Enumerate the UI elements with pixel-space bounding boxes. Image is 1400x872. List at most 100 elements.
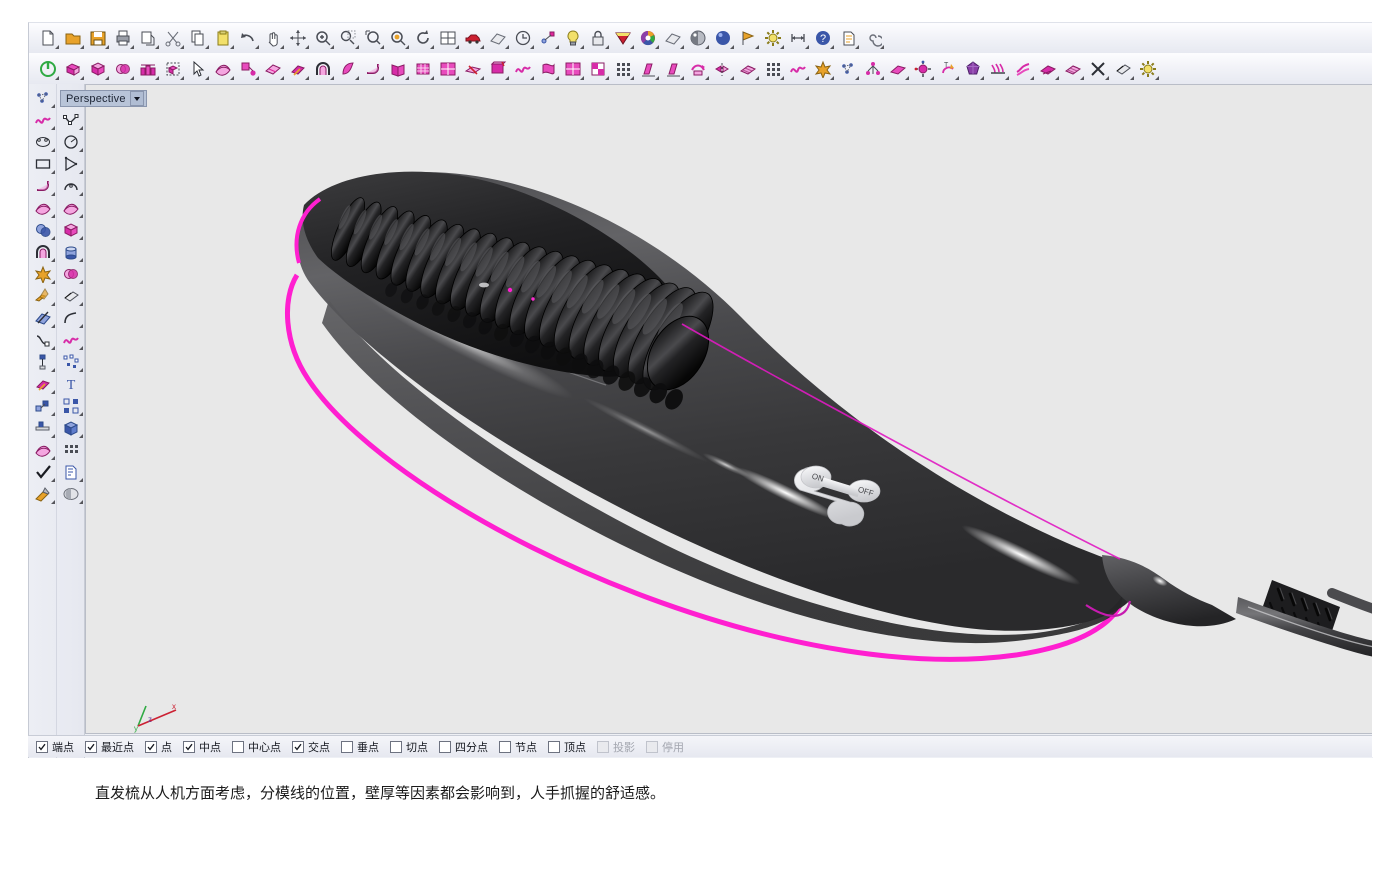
flag-icon[interactable] xyxy=(736,26,760,50)
book-surface-icon[interactable] xyxy=(386,57,410,81)
osnap-item-顶点[interactable]: 顶点 xyxy=(548,739,586,755)
osnap-item-中心点[interactable]: 中心点 xyxy=(232,739,281,755)
print-icon[interactable] xyxy=(111,26,135,50)
color-wheel-icon[interactable] xyxy=(636,26,660,50)
polyline-tool-icon[interactable] xyxy=(59,109,83,131)
clock-icon[interactable] xyxy=(511,26,535,50)
arc-tool-icon[interactable] xyxy=(59,175,83,197)
trim-tool-icon[interactable] xyxy=(59,285,83,307)
taper-icon[interactable] xyxy=(661,57,685,81)
rotate-view-icon[interactable] xyxy=(411,26,435,50)
unroll-surface-icon[interactable] xyxy=(261,57,285,81)
copy-object-tool-icon[interactable] xyxy=(31,395,55,417)
patch-icon[interactable] xyxy=(1061,57,1085,81)
light-bulb-icon[interactable] xyxy=(561,26,585,50)
grid-cells-icon[interactable] xyxy=(611,57,635,81)
pipe-icon[interactable] xyxy=(536,57,560,81)
curve-tool-icon[interactable] xyxy=(59,329,83,351)
copy-icon[interactable] xyxy=(186,26,210,50)
extrude-tool-icon[interactable] xyxy=(31,285,55,307)
node-tree-icon[interactable] xyxy=(861,57,885,81)
flow-icon[interactable] xyxy=(686,57,710,81)
osnap-item-垂点[interactable]: 垂点 xyxy=(341,739,379,755)
sphere-blue-icon[interactable] xyxy=(711,26,735,50)
box-tool-icon[interactable] xyxy=(59,219,83,241)
dimension-icon[interactable] xyxy=(786,26,810,50)
osnap-item-端点[interactable]: 端点 xyxy=(36,739,74,755)
layout-icon[interactable] xyxy=(561,57,585,81)
curve-wave-icon[interactable] xyxy=(511,57,535,81)
cap-icon[interactable] xyxy=(486,57,510,81)
shade-icon[interactable] xyxy=(486,26,510,50)
arch-loft-icon[interactable] xyxy=(311,57,335,81)
rectangle-tool-icon[interactable] xyxy=(31,153,55,175)
curve-blend-icon[interactable] xyxy=(786,57,810,81)
twist-icon[interactable] xyxy=(1011,57,1035,81)
bend-icon[interactable] xyxy=(1036,57,1060,81)
options-gear-icon[interactable] xyxy=(761,26,785,50)
project-tool-icon[interactable] xyxy=(31,351,55,373)
extrude-solid-icon[interactable] xyxy=(61,57,85,81)
surface-pt-tool-icon[interactable] xyxy=(59,197,83,219)
fillet-surface-icon[interactable] xyxy=(361,57,385,81)
copy-to-clipboard-icon[interactable] xyxy=(136,26,160,50)
settings-icon[interactable] xyxy=(1136,57,1160,81)
page-layout-tool-icon[interactable] xyxy=(59,461,83,483)
shear-icon[interactable] xyxy=(636,57,660,81)
circle-tool-icon[interactable] xyxy=(59,131,83,153)
four-view-icon[interactable] xyxy=(436,26,460,50)
select-arrow-icon[interactable] xyxy=(186,57,210,81)
box-solid-icon[interactable] xyxy=(86,57,110,81)
surface-tool-icon[interactable] xyxy=(31,197,55,219)
point-scatter-icon[interactable] xyxy=(836,57,860,81)
point-tool-icon[interactable] xyxy=(31,87,55,109)
control-points-tool-icon[interactable] xyxy=(59,351,83,373)
offset-surface-icon[interactable] xyxy=(286,57,310,81)
analyze-direction-tool-icon[interactable] xyxy=(31,417,55,439)
help-icon[interactable]: ? xyxy=(811,26,835,50)
sphere-tool-icon[interactable] xyxy=(31,219,55,241)
loft-tool-icon[interactable] xyxy=(31,241,55,263)
move-icon[interactable] xyxy=(286,26,310,50)
osnap-item-中点[interactable]: 中点 xyxy=(183,739,221,755)
cylinder-tool-icon[interactable] xyxy=(59,241,83,263)
ellipse-tool-icon[interactable] xyxy=(31,131,55,153)
checker-icon[interactable] xyxy=(586,57,610,81)
point-edit-icon[interactable] xyxy=(536,26,560,50)
zoom-extents-icon[interactable] xyxy=(361,26,385,50)
open-file-icon[interactable] xyxy=(61,26,85,50)
zoom-selected-icon[interactable] xyxy=(386,26,410,50)
curve-from-object-tool-icon[interactable] xyxy=(31,329,55,351)
check-tool-icon[interactable] xyxy=(31,461,55,483)
sphere-shade-icon[interactable] xyxy=(661,26,685,50)
boolean-split-tool-icon[interactable] xyxy=(31,307,55,329)
color-swatch-icon[interactable] xyxy=(611,26,635,50)
notes-icon[interactable] xyxy=(836,26,860,50)
offset-tool-icon[interactable] xyxy=(31,373,55,395)
osnap-item-最近点[interactable]: 最近点 xyxy=(85,739,134,755)
surface-sweep-icon[interactable] xyxy=(211,57,235,81)
polygon-icon[interactable] xyxy=(961,57,985,81)
spiral-icon[interactable] xyxy=(861,26,885,50)
control-point-curve-tool-icon[interactable] xyxy=(31,109,55,131)
triangle-tool-icon[interactable] xyxy=(59,153,83,175)
sphere-render-icon[interactable] xyxy=(686,26,710,50)
osnap-item-节点[interactable]: 节点 xyxy=(499,739,537,755)
transform-icon[interactable] xyxy=(236,57,260,81)
mesh-patch-icon[interactable] xyxy=(736,57,760,81)
cube-cage-icon[interactable] xyxy=(161,57,185,81)
osnap-item-四分点[interactable]: 四分点 xyxy=(439,739,488,755)
layer-grid-tool-icon[interactable] xyxy=(59,439,83,461)
power-icon[interactable] xyxy=(36,57,60,81)
explode-tool-icon[interactable] xyxy=(31,263,55,285)
drape-icon[interactable] xyxy=(986,57,1010,81)
perspective-viewport[interactable]: ON OFF x y z xyxy=(85,84,1373,734)
mesh-from-surface-tool-icon[interactable] xyxy=(31,439,55,461)
split-solid-icon[interactable] xyxy=(461,57,485,81)
save-file-icon[interactable] xyxy=(86,26,110,50)
revolve-icon[interactable] xyxy=(336,57,360,81)
lock-icon[interactable] xyxy=(586,26,610,50)
boolean-union-tool-icon[interactable] xyxy=(59,263,83,285)
osnap-item-交点[interactable]: 交点 xyxy=(292,739,330,755)
shade-tool-icon[interactable] xyxy=(59,483,83,505)
